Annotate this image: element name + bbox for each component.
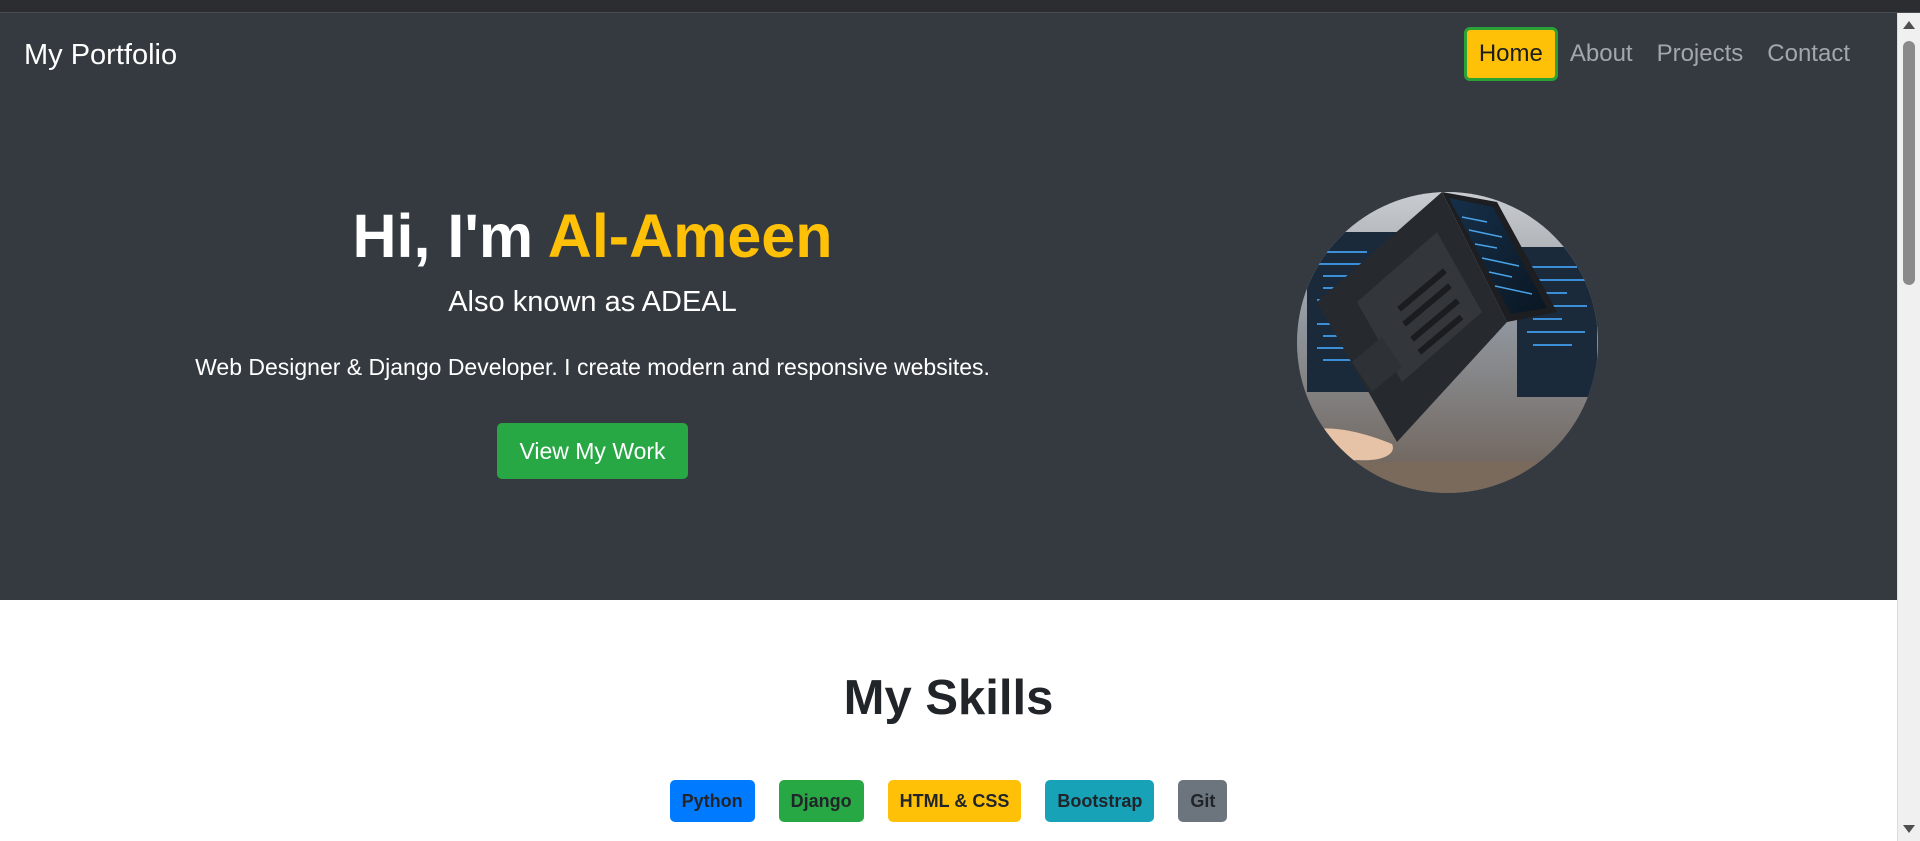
- hero-text: Hi, I'm Al-Ameen Also known as ADEAL Web…: [0, 85, 1185, 600]
- nav-link-projects[interactable]: Projects: [1645, 42, 1756, 66]
- nav-link-home[interactable]: Home: [1463, 27, 1558, 81]
- hero-section: Hi, I'm Al-Ameen Also known as ADEAL Web…: [0, 85, 1897, 600]
- skill-badge-bootstrap: Bootstrap: [1045, 780, 1155, 822]
- nav-link-about[interactable]: About: [1558, 42, 1645, 66]
- hero-greeting: Hi, I'm: [352, 202, 548, 270]
- skill-badge-git: Git: [1178, 780, 1228, 822]
- hero-description: Web Designer & Django Developer. I creat…: [195, 354, 990, 380]
- vertical-scrollbar[interactable]: [1897, 13, 1920, 841]
- browser-top-strip: [0, 0, 1920, 13]
- skill-badge-python: Python: [669, 780, 755, 822]
- skill-badge-html-css: HTML & CSS: [887, 780, 1022, 822]
- profile-laptop-photo: [1297, 192, 1598, 493]
- navbar: My Portfolio Home About Projects Contact: [0, 13, 1897, 85]
- hero-subtitle: Also known as ADEAL: [448, 286, 737, 318]
- nav-link-contact[interactable]: Contact: [1755, 42, 1862, 66]
- view-my-work-button[interactable]: View My Work: [497, 423, 688, 479]
- skills-badges: Python Django HTML & CSS Bootstrap Git: [0, 780, 1897, 822]
- scroll-up-icon[interactable]: [1903, 21, 1915, 29]
- brand-logo[interactable]: My Portfolio: [24, 41, 177, 70]
- page-viewport: My Portfolio Home About Projects Contact…: [0, 13, 1897, 841]
- skill-badge-django: Django: [778, 780, 864, 822]
- scroll-down-icon[interactable]: [1903, 825, 1915, 833]
- hero-title: Hi, I'm Al-Ameen: [0, 206, 1185, 267]
- scrollbar-thumb[interactable]: [1903, 41, 1915, 285]
- nav-links: Home About Projects Contact: [1463, 27, 1862, 81]
- hero-name: Al-Ameen: [547, 202, 833, 270]
- skills-title: My Skills: [843, 671, 1054, 725]
- laptop-photo-icon: [1297, 192, 1598, 493]
